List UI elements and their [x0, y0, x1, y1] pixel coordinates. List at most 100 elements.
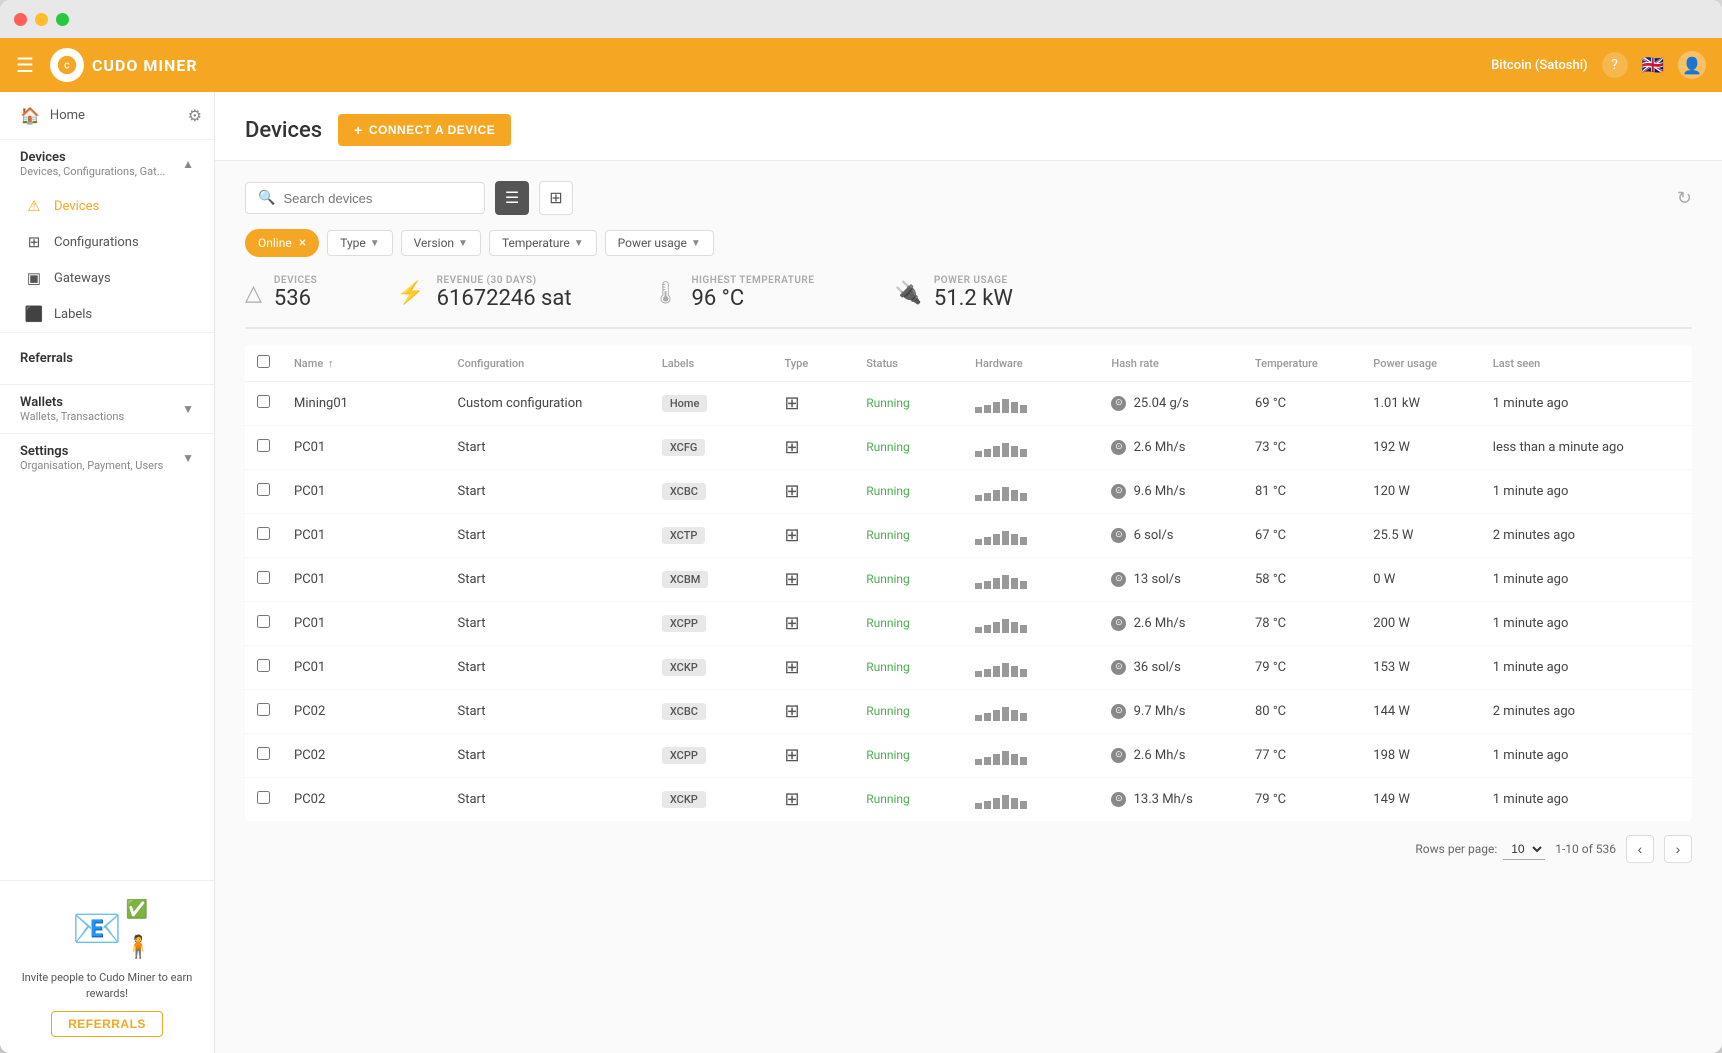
device-power: 25.5 W: [1361, 514, 1481, 558]
device-temperature: 77 °C: [1243, 734, 1361, 778]
device-hashrate: ⊙ 13 sol/s: [1099, 558, 1243, 602]
sidebar-wallets-header[interactable]: Wallets Wallets, Transactions ▼: [0, 385, 214, 433]
logo: C CUDO MINER: [50, 48, 198, 82]
device-type: ⊞: [772, 558, 854, 602]
row-checkbox[interactable]: [257, 747, 270, 760]
col-header-hardware[interactable]: Hardware: [963, 345, 1099, 382]
connect-device-button[interactable]: + CONNECT A DEVICE: [338, 114, 511, 146]
device-hardware: [963, 646, 1099, 690]
row-checkbox[interactable]: [257, 571, 270, 584]
col-header-temperature[interactable]: Temperature: [1243, 345, 1361, 382]
sidebar-item-configurations-label: Configurations: [54, 235, 139, 250]
filter-version[interactable]: Version ▼: [401, 230, 481, 256]
row-checkbox[interactable]: [257, 483, 270, 496]
col-header-labels[interactable]: Labels: [650, 345, 773, 382]
device-power: 144 W: [1361, 690, 1481, 734]
sidebar-item-home[interactable]: 🏠 Home: [20, 98, 85, 133]
row-checkbox[interactable]: [257, 615, 270, 628]
type-dropdown-arrow: ▼: [370, 238, 380, 249]
device-hardware: [963, 558, 1099, 602]
device-temperature: 81 °C: [1243, 470, 1361, 514]
device-temperature: 69 °C: [1243, 382, 1361, 426]
filter-type[interactable]: Type ▼: [327, 230, 392, 256]
device-name: PC02: [282, 778, 445, 822]
filter-power-usage[interactable]: Power usage ▼: [605, 230, 714, 256]
search-input[interactable]: [283, 191, 463, 206]
help-icon[interactable]: ?: [1602, 52, 1628, 78]
sidebar-settings-header[interactable]: Settings Organisation, Payment, Users ▼: [0, 434, 214, 482]
close-button[interactable]: [14, 13, 27, 26]
stat-highest-temp: 🌡 HIGHEST TEMPERATURE 96 °C: [612, 275, 855, 311]
sidebar-group-devices-header[interactable]: Devices Devices, Configurations, Gat... …: [0, 140, 214, 188]
referrals-button[interactable]: REFERRALS: [51, 1011, 163, 1037]
col-header-lastseen[interactable]: Last seen: [1481, 345, 1692, 382]
device-status: Running: [854, 690, 963, 734]
sidebar-referrals-header[interactable]: Referrals: [0, 341, 214, 376]
device-name: PC01: [282, 602, 445, 646]
col-header-power[interactable]: Power usage: [1361, 345, 1481, 382]
stat-power: 🔌 POWER USAGE 51.2 kW: [854, 275, 1052, 311]
maximize-button[interactable]: [56, 13, 69, 26]
col-header-hashrate[interactable]: Hash rate: [1099, 345, 1243, 382]
remove-online-filter-icon[interactable]: ×: [299, 235, 306, 251]
language-flag[interactable]: 🇬🇧: [1642, 55, 1664, 76]
device-name: PC01: [282, 558, 445, 602]
col-header-type[interactable]: Type: [772, 345, 854, 382]
device-label: XCFG: [650, 426, 773, 470]
col-header-name[interactable]: Name ↑: [282, 345, 445, 382]
device-name: PC01: [282, 470, 445, 514]
sidebar-item-labels[interactable]: ⬛ Labels: [0, 296, 214, 332]
device-status: Running: [854, 470, 963, 514]
filter-online[interactable]: Online ×: [245, 229, 319, 257]
sidebar-item-configurations[interactable]: ⊞ Configurations: [0, 224, 214, 260]
device-last-seen: 1 minute ago: [1481, 470, 1692, 514]
hamburger-menu-button[interactable]: ☰: [16, 53, 34, 77]
sidebar-group-devices-title: Devices: [20, 150, 165, 165]
prev-page-button[interactable]: ‹: [1626, 835, 1654, 863]
list-view-button[interactable]: ☰: [495, 181, 529, 215]
device-config: Start: [445, 602, 649, 646]
search-icon: 🔍: [258, 190, 275, 206]
refresh-button[interactable]: ↻: [1677, 188, 1692, 209]
device-last-seen: 2 minutes ago: [1481, 690, 1692, 734]
device-hardware: [963, 602, 1099, 646]
table-row: PC01 Start XCTP ⊞ Running ⊙ 6 sol/s 67 °…: [245, 514, 1692, 558]
sidebar-item-gateways-label: Gateways: [54, 271, 111, 286]
device-hashrate: ⊙ 2.6 Mh/s: [1099, 426, 1243, 470]
device-label: XCBC: [650, 690, 773, 734]
titlebar: [0, 0, 1722, 38]
device-name: PC01: [282, 426, 445, 470]
col-header-status[interactable]: Status: [854, 345, 963, 382]
table-row: PC02 Start XCKP ⊞ Running ⊙ 13.3 Mh/s 79…: [245, 778, 1692, 822]
sidebar: 🏠 Home ⚙ Devices Devices, Configurations…: [0, 92, 215, 1053]
col-header-configuration[interactable]: Configuration: [445, 345, 649, 382]
rows-per-page-select[interactable]: 10 25 50: [1503, 839, 1545, 860]
hashrate-icon: ⊙: [1111, 396, 1126, 411]
row-checkbox[interactable]: [257, 659, 270, 672]
next-page-button[interactable]: ›: [1664, 835, 1692, 863]
row-checkbox[interactable]: [257, 527, 270, 540]
filter-temperature[interactable]: Temperature ▼: [489, 230, 597, 256]
device-status: Running: [854, 734, 963, 778]
sidebar-item-devices[interactable]: ⚠ Devices: [0, 188, 214, 224]
select-all-checkbox[interactable]: [257, 355, 270, 368]
hashrate-icon: ⊙: [1111, 660, 1126, 675]
user-avatar[interactable]: 👤: [1678, 51, 1706, 79]
grid-view-button[interactable]: ⊞: [539, 181, 573, 215]
windows-icon: ⊞: [784, 613, 799, 634]
device-config: Start: [445, 426, 649, 470]
row-checkbox[interactable]: [257, 703, 270, 716]
minimize-button[interactable]: [35, 13, 48, 26]
page-title: Devices: [245, 118, 322, 143]
row-checkbox[interactable]: [257, 395, 270, 408]
sidebar-item-gateways[interactable]: ▣ Gateways: [0, 260, 214, 296]
device-status: Running: [854, 558, 963, 602]
sidebar-home-label: Home: [50, 108, 85, 123]
settings-gear-icon[interactable]: ⚙: [188, 106, 202, 125]
page-info: 1-10 of 536: [1555, 842, 1616, 856]
page-header: Devices + CONNECT A DEVICE: [215, 92, 1722, 161]
row-checkbox[interactable]: [257, 439, 270, 452]
row-checkbox[interactable]: [257, 791, 270, 804]
stat-power-value: 51.2 kW: [934, 286, 1013, 311]
device-name: PC02: [282, 734, 445, 778]
